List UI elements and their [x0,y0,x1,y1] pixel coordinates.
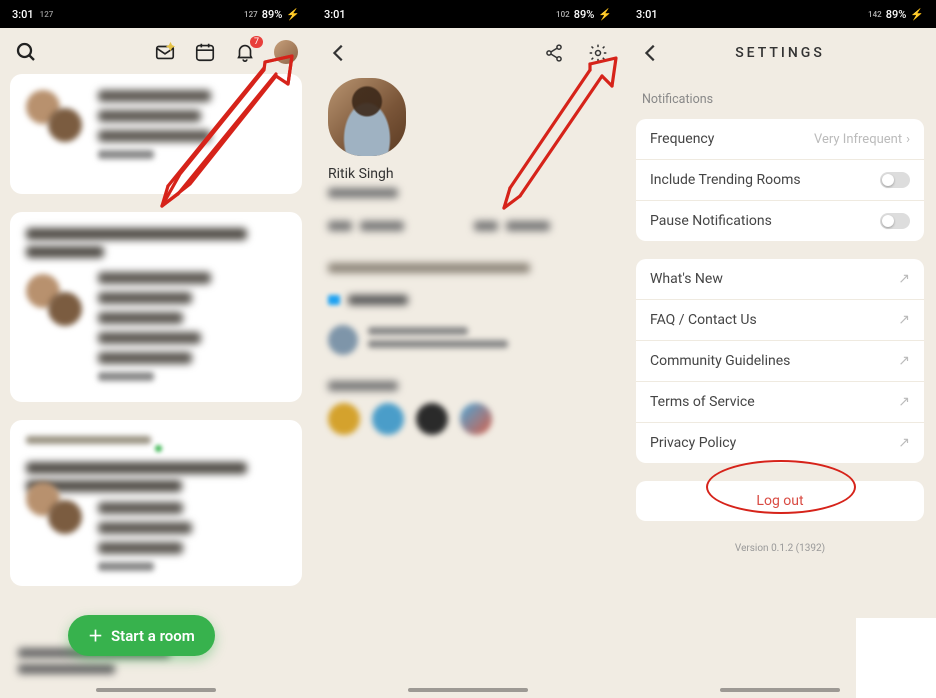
row-label: FAQ / Contact Us [650,312,757,328]
home-indicator [408,688,528,692]
row-label: Frequency [650,131,714,147]
external-link-icon: ↗ [898,435,910,451]
toggle-switch[interactable] [880,213,910,229]
status-net-indicator: 102 [556,10,570,19]
bell-icon[interactable]: 7 [234,41,256,63]
nominator-avatar [328,325,358,355]
external-link-icon: ↗ [898,394,910,410]
room-card[interactable] [10,420,302,586]
plus-icon: ＋ [88,625,103,646]
status-net-indicator: 142 [868,10,882,19]
toggle-switch[interactable] [880,172,910,188]
feed-list [0,74,312,586]
start-room-label: Start a room [111,627,195,645]
profile-handle [328,188,398,198]
calendar-icon[interactable] [194,41,216,63]
charging-icon: ⚡ [598,8,612,21]
invite-icon[interactable] [154,41,176,63]
club-avatar[interactable] [328,403,360,435]
notification-badge: 7 [249,35,264,49]
club-list [328,403,608,435]
settings-group-notifications: Frequency Very Infrequent › Include Tren… [636,119,924,241]
row-label: Community Guidelines [650,353,790,369]
settings-toolbar: SETTINGS [624,28,936,78]
follower-stats[interactable] [328,216,608,235]
status-net-label: 127 [40,10,54,19]
status-net-indicator: 127 [244,10,258,19]
charging-icon: ⚡ [286,8,300,21]
row-faq[interactable]: FAQ / Contact Us ↗ [636,299,924,340]
profile-photo[interactable] [328,78,406,156]
statusbar: 3:01 102 89% ⚡ [312,0,624,28]
screen-feed: 3:01 127 127 89% ⚡ 7 [0,0,312,698]
room-card[interactable] [10,212,302,402]
page-title: SETTINGS [735,45,825,61]
home-indicator [720,688,840,692]
row-tos[interactable]: Terms of Service ↗ [636,381,924,422]
member-of-label [328,381,398,391]
profile-content: Ritik Singh [312,78,624,435]
status-battery: 89% [886,8,907,21]
feed-toolbar: 7 [0,28,312,74]
back-icon[interactable] [640,42,662,64]
settings-group-links: What's New ↗ FAQ / Contact Us ↗ Communit… [636,259,924,463]
status-time: 3:01 [636,8,658,21]
row-pause[interactable]: Pause Notifications [636,200,924,241]
screen-settings: 3:01 142 89% ⚡ SETTINGS Notifications Fr… [624,0,936,698]
charging-icon: ⚡ [910,8,924,21]
screen-profile: 3:01 102 89% ⚡ Ritik Singh [312,0,624,698]
search-icon[interactable] [14,40,38,64]
status-battery: 89% [262,8,283,21]
row-label: What's New [650,271,723,287]
row-privacy[interactable]: Privacy Policy ↗ [636,422,924,463]
row-whatsnew[interactable]: What's New ↗ [636,259,924,299]
club-avatar[interactable] [416,403,448,435]
status-time: 3:01 [324,8,346,21]
row-label: Terms of Service [650,394,755,410]
gear-icon[interactable] [588,43,608,63]
white-overlay [856,618,936,698]
room-card[interactable] [10,74,302,194]
external-link-icon: ↗ [898,312,910,328]
row-community[interactable]: Community Guidelines ↗ [636,340,924,381]
status-time: 3:01 [12,8,34,21]
external-link-icon: ↗ [898,353,910,369]
home-indicator [96,688,216,692]
joined-info [328,325,608,355]
version-text: Version 0.1.2 (1392) [624,543,936,554]
external-link-icon: ↗ [898,271,910,287]
profile-name: Ritik Singh [328,166,608,182]
section-label-notifications: Notifications [624,78,936,113]
start-room-button[interactable]: ＋ Start a room [68,615,215,656]
profile-toolbar [312,28,624,78]
row-frequency[interactable]: Frequency Very Infrequent › [636,119,924,159]
row-trending[interactable]: Include Trending Rooms [636,159,924,200]
share-icon[interactable] [544,43,564,63]
row-value: Very Infrequent [814,132,902,147]
logout-label: Log out [756,493,803,509]
row-label: Include Trending Rooms [650,172,801,188]
chevron-right-icon: › [906,132,910,147]
statusbar: 3:01 142 89% ⚡ [624,0,936,28]
status-battery: 89% [574,8,595,21]
bio-text [328,263,530,273]
row-label: Pause Notifications [650,213,772,229]
twitter-icon [328,295,340,305]
row-label: Privacy Policy [650,435,736,451]
club-avatar[interactable] [372,403,404,435]
club-avatar[interactable] [460,403,492,435]
back-icon[interactable] [328,42,350,64]
statusbar: 3:01 127 127 89% ⚡ [0,0,312,28]
logout-button[interactable]: Log out [636,481,924,521]
twitter-link[interactable] [328,295,608,305]
profile-avatar[interactable] [274,40,298,64]
